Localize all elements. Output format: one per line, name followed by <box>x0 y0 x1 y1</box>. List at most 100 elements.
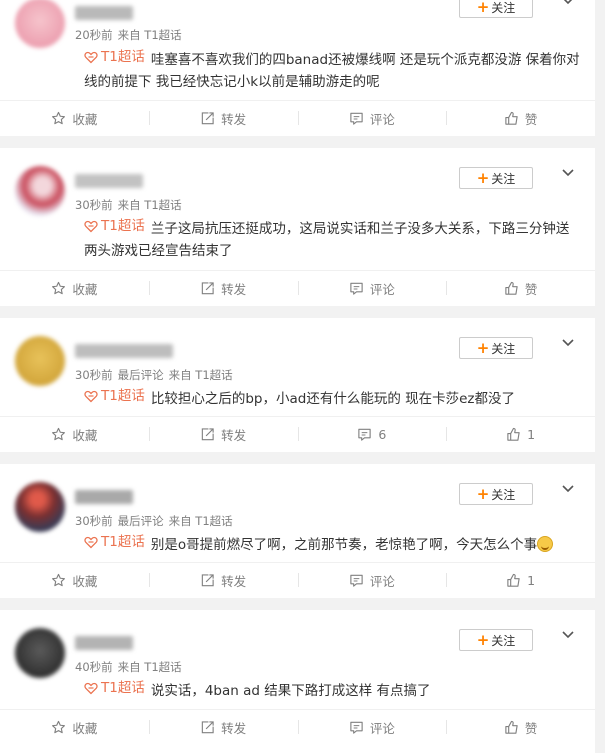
like-label: 赞 <box>524 720 538 736</box>
favorite-button[interactable]: 收藏 <box>0 417 149 451</box>
post-card: + 关注 20秒前 来自 T1超话 T1超话 哇塞喜不喜欢我们的四banad还被爆线啊… <box>0 0 595 136</box>
action-bar: 收藏 转发 评论 赞 <box>0 271 595 305</box>
topic-link[interactable]: T1超话 <box>84 385 145 407</box>
thumbs-up-icon <box>504 111 519 126</box>
username[interactable] <box>75 636 133 650</box>
follow-label: 关注 <box>491 487 516 502</box>
repost-button[interactable]: 转发 <box>148 710 298 744</box>
topic-link[interactable]: T1超话 <box>84 46 145 68</box>
post-content: 别是o哥提前燃尽了啊，之前那节奏，老惊艳了啊，今天怎么个事 <box>150 537 538 553</box>
username[interactable] <box>75 344 173 358</box>
repost-label: 转发 <box>221 720 247 736</box>
post-source[interactable]: 来自 T1超话 <box>169 368 233 382</box>
post-time[interactable]: 30秒前 <box>75 514 113 528</box>
like-button[interactable]: 赞 <box>446 101 595 135</box>
username[interactable] <box>75 6 133 20</box>
chevron-down-icon[interactable] <box>560 626 576 642</box>
topic-link[interactable]: T1超话 <box>84 531 145 553</box>
avatar[interactable] <box>15 628 65 678</box>
post-time[interactable]: 30秒前 <box>75 198 113 212</box>
post-source[interactable]: 来自 T1超话 <box>118 660 182 674</box>
post-time[interactable]: 40秒前 <box>75 660 113 674</box>
follow-button[interactable]: + 关注 <box>459 0 533 18</box>
post-content: 说实话，4ban ad 结果下路打成这样 有点搞了 <box>150 683 431 699</box>
post-text: T1超话 别是o哥提前燃尽了啊，之前那节奏，老惊艳了啊，今天怎么个事 <box>84 531 580 556</box>
star-icon <box>51 281 66 296</box>
post-content: 哇塞喜不喜欢我们的四banad还被爆线啊 还是玩个派克都没游 保着你对线的前提下… <box>84 52 580 90</box>
comment-label: 评论 <box>369 720 395 736</box>
post-card: + 关注 40秒前 来自 T1超话 T1超话 说实话，4ban ad 结果下路打成这样… <box>0 610 595 753</box>
post-time[interactable]: 20秒前 <box>75 28 113 42</box>
chevron-down-icon[interactable] <box>560 334 576 350</box>
topic-link[interactable]: T1超话 <box>84 677 145 699</box>
like-count: 1 <box>527 426 536 442</box>
post-last-comment: 最后评论 <box>117 368 164 382</box>
like-button[interactable]: 赞 <box>446 710 595 744</box>
avatar[interactable] <box>15 336 65 386</box>
chevron-down-icon[interactable] <box>560 164 576 180</box>
username[interactable] <box>75 174 143 188</box>
post-source[interactable]: 来自 T1超话 <box>118 28 182 42</box>
favorite-button[interactable]: 收藏 <box>0 271 149 305</box>
thumbs-up-icon <box>504 720 519 735</box>
comment-icon <box>349 111 364 126</box>
follow-button[interactable]: + 关注 <box>459 167 533 189</box>
comment-button[interactable]: 6 <box>297 417 447 451</box>
repost-label: 转发 <box>221 573 247 589</box>
avatar[interactable] <box>15 166 65 216</box>
star-icon <box>51 573 66 588</box>
topic-link[interactable]: T1超话 <box>84 215 145 237</box>
comment-button[interactable]: 评论 <box>297 101 447 135</box>
comment-label: 评论 <box>369 111 395 127</box>
comment-button[interactable]: 评论 <box>297 271 447 305</box>
repost-button[interactable]: 转发 <box>148 563 298 597</box>
like-button[interactable]: 1 <box>446 563 595 597</box>
post-meta: 30秒前 来自 T1超话 <box>75 197 187 213</box>
like-button[interactable]: 赞 <box>446 271 595 305</box>
follow-button[interactable]: + 关注 <box>459 483 533 505</box>
laugh-cry-emoji-icon <box>537 536 554 552</box>
favorite-button[interactable]: 收藏 <box>0 563 149 597</box>
repost-button[interactable]: 转发 <box>148 417 298 451</box>
favorite-button[interactable]: 收藏 <box>0 101 149 135</box>
topic-icon <box>84 535 98 549</box>
chevron-down-icon[interactable] <box>560 0 576 8</box>
topic-label: T1超话 <box>101 388 145 404</box>
comment-count: 6 <box>378 426 387 442</box>
post-meta: 20秒前 来自 T1超话 <box>75 27 187 43</box>
comment-icon <box>349 281 364 296</box>
chevron-down-icon[interactable] <box>560 480 576 496</box>
post-meta: 30秒前 最后评论 来自 T1超话 <box>75 367 238 383</box>
repost-button[interactable]: 转发 <box>148 271 298 305</box>
favorite-label: 收藏 <box>72 720 98 736</box>
repost-button[interactable]: 转发 <box>148 101 298 135</box>
repost-label: 转发 <box>221 427 247 443</box>
topic-icon <box>84 50 98 64</box>
username[interactable] <box>75 490 133 504</box>
star-icon <box>51 427 66 442</box>
follow-button[interactable]: + 关注 <box>459 629 533 651</box>
post-time[interactable]: 30秒前 <box>75 368 113 382</box>
topic-label: T1超话 <box>101 680 145 696</box>
follow-button[interactable]: + 关注 <box>459 337 533 359</box>
topic-icon <box>84 389 98 403</box>
favorite-label: 收藏 <box>72 427 98 443</box>
comment-button[interactable]: 评论 <box>297 710 447 744</box>
post-source[interactable]: 来自 T1超话 <box>118 198 182 212</box>
comment-button[interactable]: 评论 <box>297 563 447 597</box>
comment-label: 评论 <box>369 573 395 589</box>
repost-label: 转发 <box>221 281 247 297</box>
plus-icon: + <box>476 168 490 187</box>
post-text: T1超话 说实话，4ban ad 结果下路打成这样 有点搞了 <box>84 677 580 702</box>
avatar[interactable] <box>15 482 65 532</box>
like-label: 赞 <box>524 281 538 297</box>
favorite-button[interactable]: 收藏 <box>0 710 149 744</box>
post-source[interactable]: 来自 T1超话 <box>169 514 233 528</box>
plus-icon: + <box>476 630 490 649</box>
like-button[interactable]: 1 <box>446 417 595 451</box>
topic-icon <box>84 219 98 233</box>
post-card: + 关注 30秒前 最后评论 来自 T1超话 T1超话 别是o哥提前燃尽了啊，之前那节奏… <box>0 464 595 598</box>
avatar[interactable] <box>15 0 65 48</box>
favorite-label: 收藏 <box>72 573 98 589</box>
comment-icon <box>349 573 364 588</box>
